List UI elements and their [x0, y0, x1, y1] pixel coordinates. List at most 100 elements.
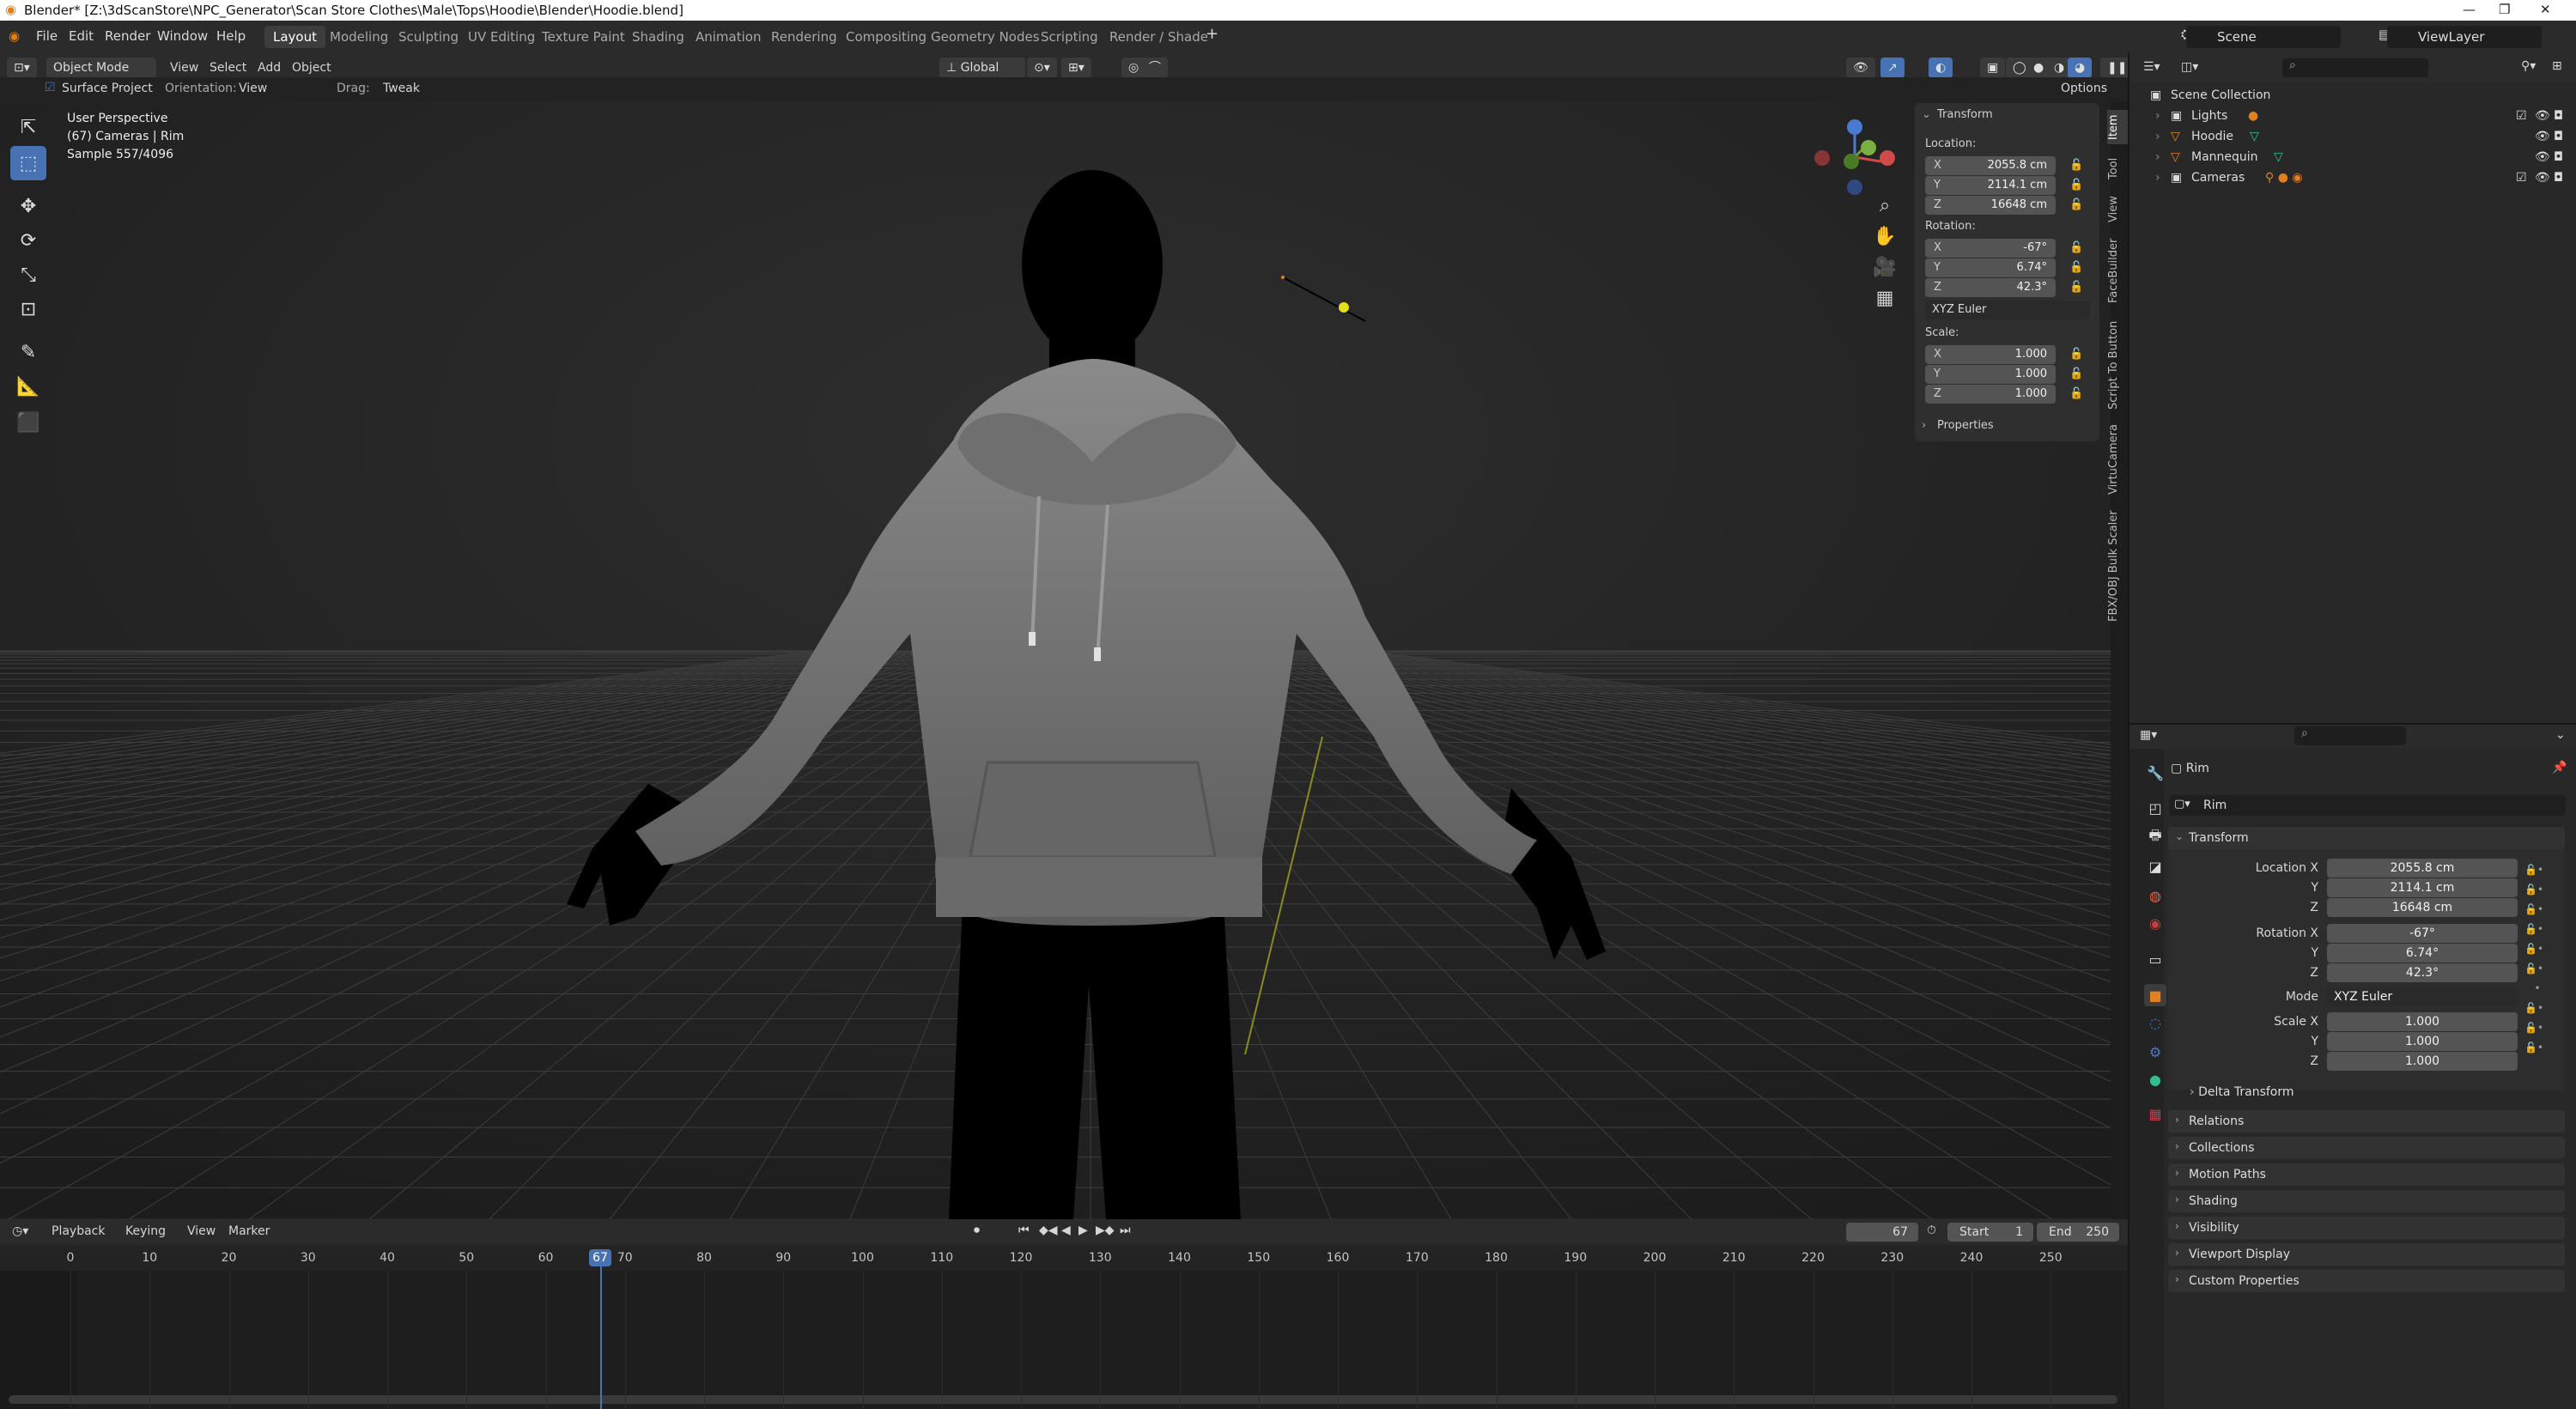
- tab-shading[interactable]: Shading: [623, 26, 693, 48]
- zoom-icon[interactable]: ⌕: [1870, 191, 1899, 220]
- location-x-field[interactable]: X 2055.8 cm: [1925, 156, 2056, 175]
- custom-properties-section-header[interactable]: › Custom Properties: [2168, 1270, 2565, 1292]
- expand-icon[interactable]: ›: [2155, 150, 2160, 164]
- measure-tool-icon[interactable]: 📐: [10, 369, 46, 404]
- properties-search-input[interactable]: ⌕: [2294, 726, 2406, 745]
- scene-selector[interactable]: Scene: [2186, 26, 2341, 48]
- jump-end-icon[interactable]: ⏭: [1120, 1224, 1131, 1237]
- timeline-menu-view[interactable]: View: [187, 1224, 216, 1238]
- end-frame-field[interactable]: End 250: [2037, 1223, 2119, 1242]
- prop-rotation-mode-dropdown[interactable]: XYZ Euler: [2327, 987, 2518, 1006]
- prop-scale-z[interactable]: 1.000: [2327, 1052, 2518, 1071]
- move-tool-icon[interactable]: ✥: [10, 189, 46, 223]
- chevron-right-icon[interactable]: ›: [1922, 419, 1926, 432]
- current-frame-field[interactable]: 67: [1846, 1223, 1918, 1242]
- prop-rotation-y[interactable]: 6.74°: [2327, 944, 2518, 963]
- tab-texture-paint[interactable]: Texture Paint: [533, 26, 634, 48]
- lock-icon[interactable]: 🔓•: [2524, 1018, 2543, 1038]
- menu-file[interactable]: File: [36, 28, 58, 44]
- select-box-tool-icon[interactable]: ⬚: [10, 146, 46, 180]
- prop-rotation-x[interactable]: -67°: [2327, 924, 2518, 943]
- tab-facebuilder[interactable]: FaceBuilder: [2107, 232, 2128, 309]
- timeline-editor-icon[interactable]: ◷▾: [12, 1224, 28, 1238]
- snap-icon[interactable]: ⊞▾: [1061, 58, 1091, 78]
- tab-tool[interactable]: Tool: [2107, 151, 2128, 185]
- start-frame-field[interactable]: Start 1: [1947, 1223, 2033, 1242]
- lock-icon[interactable]: 🔓: [2069, 387, 2083, 401]
- tab-rendering[interactable]: Rendering: [762, 26, 846, 48]
- tab-virtucamera[interactable]: VirtuCamera: [2107, 421, 2128, 498]
- shading-section-header[interactable]: › Shading: [2168, 1190, 2565, 1212]
- menu-render[interactable]: Render: [105, 28, 150, 44]
- options-dropdown-icon[interactable]: ⌄: [2555, 728, 2566, 742]
- tab-animation[interactable]: Animation: [687, 26, 769, 48]
- falloff-icon[interactable]: ⌒: [1142, 58, 1168, 78]
- transform-orientation-dropdown[interactable]: ⊥ Global: [939, 58, 1025, 78]
- surface-project-checkbox[interactable]: ☑: [45, 81, 56, 94]
- lock-icon[interactable]: 🔓•: [2524, 1038, 2543, 1058]
- relations-section-header[interactable]: › Relations: [2168, 1110, 2565, 1133]
- camera-icon[interactable]: ◘: [2554, 171, 2563, 185]
- add-cube-tool-icon[interactable]: ⬛: [10, 405, 46, 440]
- viewport-menu-object[interactable]: Object: [292, 61, 331, 75]
- lock-icon[interactable]: 🔓•: [2524, 900, 2543, 920]
- area-divider[interactable]: [2128, 53, 2129, 1409]
- view-layer-icon[interactable]: ◪: [2144, 855, 2166, 878]
- menu-window[interactable]: Window: [157, 28, 208, 44]
- delta-transform-subsection[interactable]: › Delta Transform: [2190, 1085, 2294, 1099]
- filter-icon[interactable]: ⚲▾: [2521, 59, 2536, 73]
- constraints-icon[interactable]: ⚙: [2144, 1041, 2166, 1063]
- output-properties-icon[interactable]: 🖶: [2144, 826, 2166, 848]
- eye-icon[interactable]: 👁: [2535, 130, 2550, 143]
- timeline-menu-marker[interactable]: Marker: [228, 1224, 270, 1238]
- viewport-display-section-header[interactable]: › Viewport Display: [2168, 1243, 2565, 1266]
- motion-paths-section-header[interactable]: › Motion Paths: [2168, 1163, 2565, 1186]
- 3d-viewport[interactable]: ⇱ ⬚ ✥ ⟳ ⤡ ⊡ ✎ 📐 ⬛ ⌕ ✋ 🎥 ▦: [0, 101, 2111, 1219]
- transform-panel-title[interactable]: Transform: [1937, 108, 1993, 121]
- data-properties-icon[interactable]: ●: [2144, 1068, 2166, 1090]
- lock-icon[interactable]: 🔓: [2069, 281, 2083, 295]
- prop-location-y[interactable]: 2114.1 cm: [2327, 878, 2518, 897]
- tab-view[interactable]: View: [2107, 192, 2128, 227]
- world-properties-icon[interactable]: ◉: [2144, 912, 2166, 934]
- scene-properties-icon[interactable]: ◍: [2144, 884, 2166, 907]
- timeline-menu-keying[interactable]: Keying: [125, 1224, 166, 1238]
- display-mode-icon[interactable]: ◫▾: [2181, 60, 2198, 74]
- keyframe-dot-icon[interactable]: •: [2524, 979, 2543, 999]
- lock-icon[interactable]: 🔓: [2069, 159, 2083, 173]
- auto-keying-icon[interactable]: ⏺: [974, 1224, 980, 1237]
- scale-tool-icon[interactable]: ⤡: [10, 258, 46, 292]
- expand-icon[interactable]: ›: [2155, 171, 2160, 185]
- scale-y-field[interactable]: Y 1.000: [1925, 365, 2056, 384]
- pivot-point-icon[interactable]: ⊙▾: [1027, 58, 1057, 78]
- expand-icon[interactable]: ›: [2155, 109, 2160, 123]
- annotate-tool-icon[interactable]: ✎: [10, 335, 46, 369]
- xray-icon[interactable]: ▣: [1980, 58, 2006, 78]
- tab-fbx-obj-bulk-scaler[interactable]: FBX/OBJ Bulk Scaler: [2107, 510, 2128, 622]
- prop-scale-y[interactable]: 1.000: [2327, 1032, 2518, 1051]
- minimize-icon[interactable]: —: [2463, 2, 2476, 17]
- checkbox-icon[interactable]: ☑: [2516, 171, 2527, 185]
- eye-icon[interactable]: 👁: [2535, 150, 2550, 164]
- play-reverse-icon[interactable]: ◀: [1061, 1224, 1071, 1237]
- texture-properties-icon[interactable]: ▦: [2144, 1102, 2166, 1125]
- lock-icon[interactable]: 🔓: [2069, 261, 2083, 275]
- properties-panel-title[interactable]: Properties: [1937, 419, 1994, 432]
- location-y-field[interactable]: Y 2114.1 cm: [1925, 176, 2056, 195]
- prev-keyframe-icon[interactable]: ◆◀: [1039, 1224, 1058, 1237]
- outliner-item-lights[interactable]: › ▣ Lights ● ☑ 👁 ◘: [2128, 106, 2576, 127]
- object-data-dropdown-icon[interactable]: ▢▾: [2174, 798, 2190, 811]
- lock-icon[interactable]: 🔓: [2069, 348, 2083, 361]
- gizmo-icon[interactable]: ↗: [1880, 58, 1905, 78]
- prop-scale-x[interactable]: 1.000: [2327, 1012, 2518, 1031]
- outliner-search-input[interactable]: ⌕: [2282, 58, 2428, 77]
- tool-settings-icon[interactable]: 🔧: [2144, 762, 2166, 784]
- prop-location-x[interactable]: 2055.8 cm: [2327, 859, 2518, 878]
- lock-icon[interactable]: 🔓: [2069, 198, 2083, 212]
- pin-icon[interactable]: 📌: [2552, 761, 2567, 774]
- close-icon[interactable]: ✕: [2540, 2, 2551, 17]
- collection-properties-icon[interactable]: ▭: [2144, 948, 2166, 970]
- properties-editor-icon[interactable]: ▦▾: [2140, 728, 2157, 742]
- render-properties-icon[interactable]: ◰: [2144, 797, 2166, 819]
- playhead-frame-badge[interactable]: 67: [589, 1249, 611, 1266]
